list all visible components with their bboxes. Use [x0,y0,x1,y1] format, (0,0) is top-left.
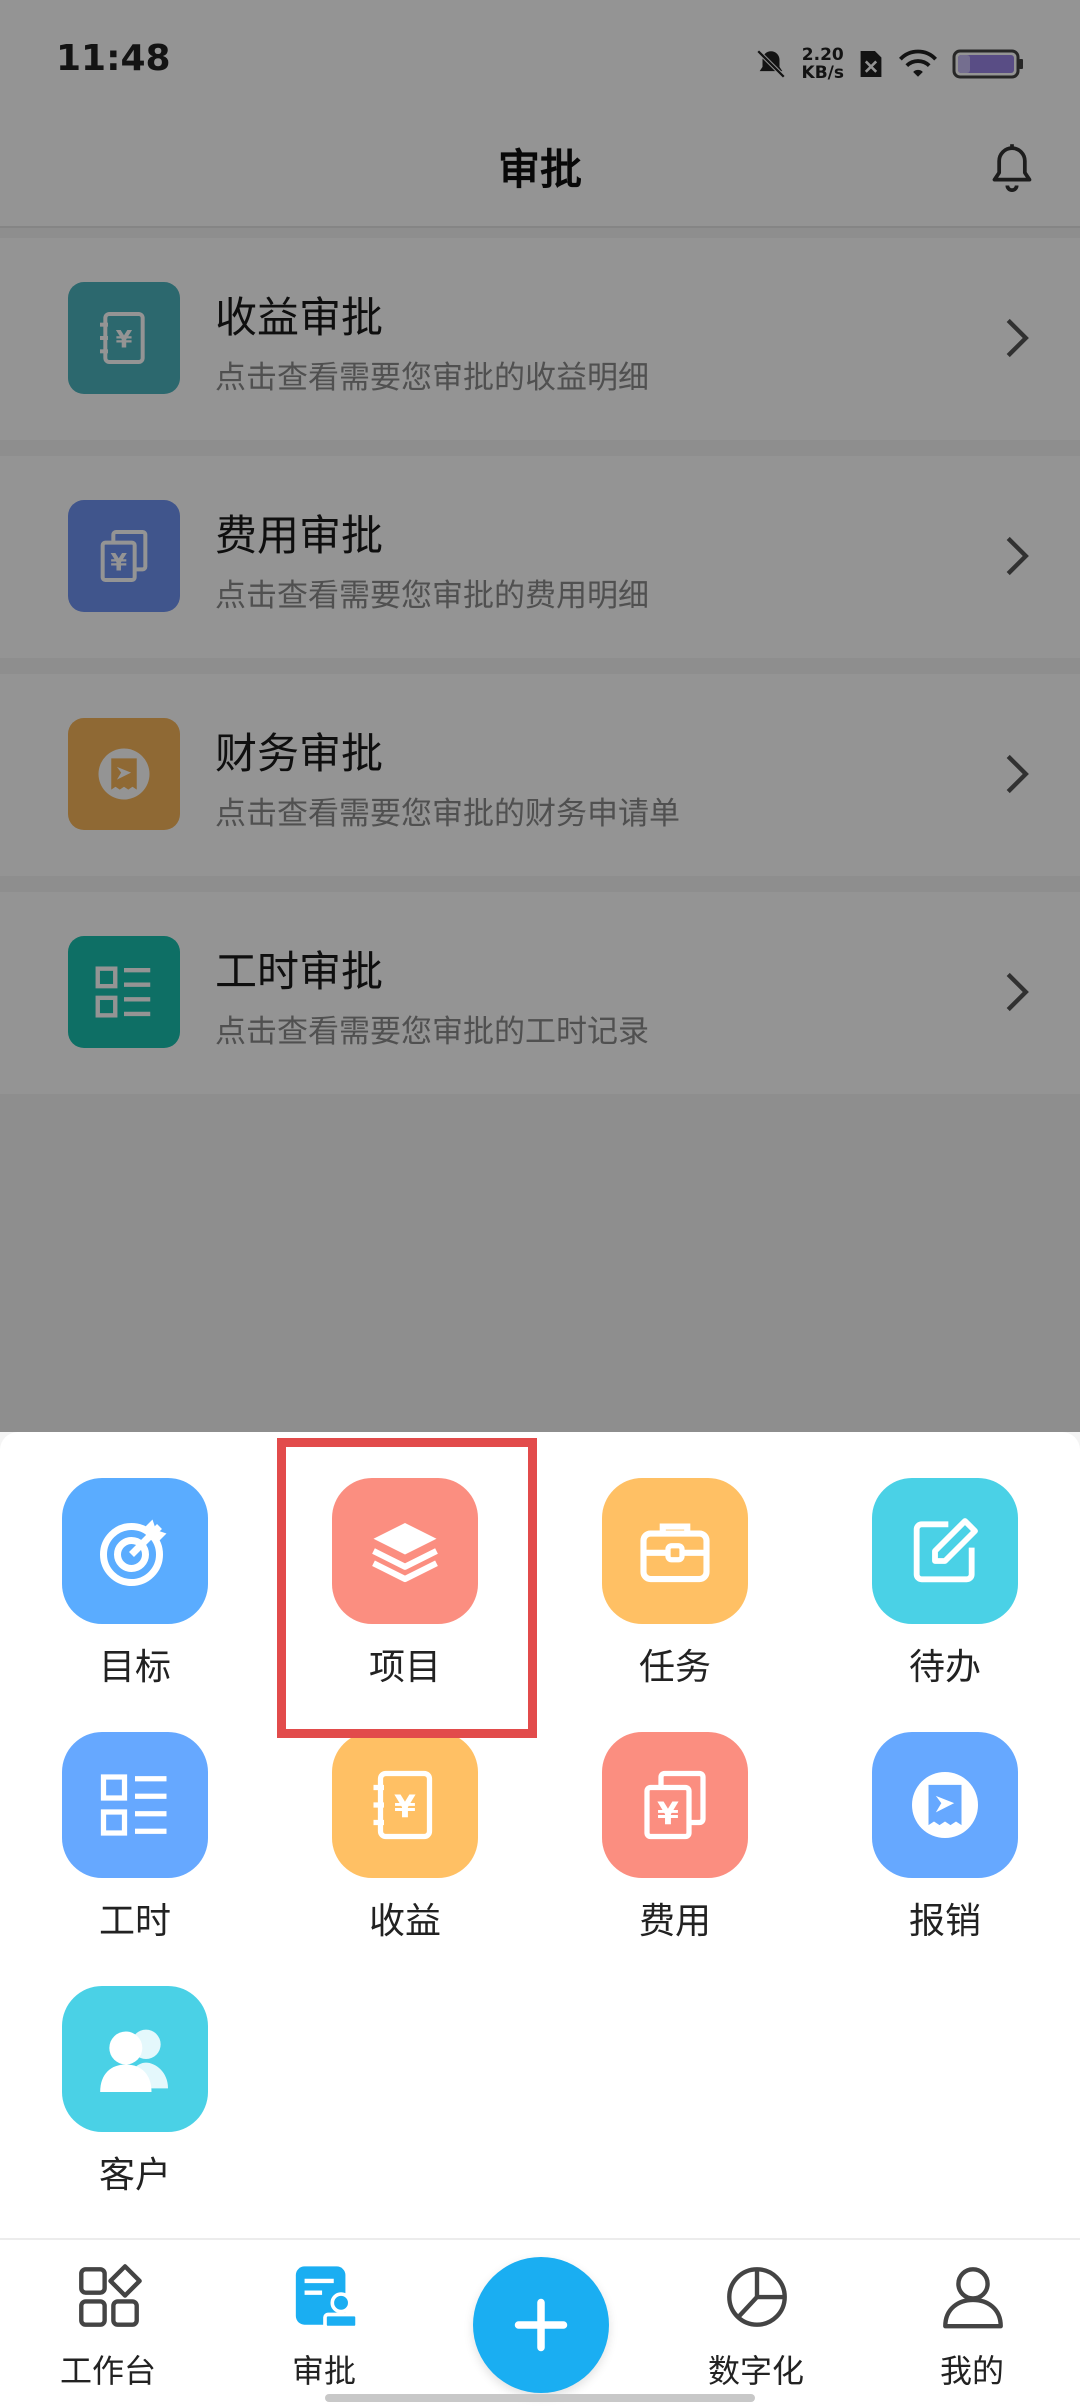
sheet-item-label: 客户 [98,2155,171,2196]
sheet-item-task[interactable]: 任务 [540,1432,810,1688]
sheet-item-label: 工时 [98,1901,171,1942]
pie-icon [727,2267,787,2327]
grid-icon-wrap [62,1478,208,1624]
receipt-icon [912,1772,978,1838]
yuan-ledger-icon: ¥ [373,1770,433,1840]
dim-overlay[interactable] [0,0,1080,1432]
grid-icon-wrap [872,1732,1018,1878]
grid-icon [79,2264,142,2327]
sheet-item-todo[interactable]: 待办 [810,1432,1080,1688]
grid-icon-wrap [602,1478,748,1624]
briefcase-icon [640,1523,710,1583]
tab-label: 审批 [291,2352,356,2390]
quick-create-sheet: 目标 项目 任务 待办 工时 ¥ 收益 ¥ 费用 报销 客户 [0,1432,1080,2238]
grid-icon-wrap [872,1478,1018,1624]
grid-icon-wrap [62,1986,208,2132]
plus-icon [514,2298,568,2352]
target-icon [100,1519,167,1586]
svg-text:¥: ¥ [657,1796,679,1832]
tab-approval[interactable]: 审批 [216,2240,432,2408]
grid-icon-wrap: ¥ [602,1732,748,1878]
list-icon [100,1774,167,1836]
tab-label: 我的 [939,2352,1004,2390]
user-icon [943,2267,1003,2329]
tab-label: 数字化 [707,2352,804,2390]
grid-icon-wrap [62,1732,208,1878]
sheet-item-label: 目标 [98,1647,171,1688]
add-fab-button[interactable] [473,2257,609,2393]
grid-icon-wrap: ¥ [332,1732,478,1878]
sheet-item-label: 待办 [908,1647,981,1688]
sheet-item-reimburse[interactable]: 报销 [810,1686,1080,1942]
tab-digital[interactable]: 数字化 [648,2240,864,2408]
home-indicator[interactable] [325,2394,755,2402]
sheet-item-goal[interactable]: 目标 [0,1432,270,1688]
edit-icon [913,1518,978,1583]
sheet-item-label: 任务 [638,1647,711,1688]
users-icon [100,2029,168,2092]
approval-icon [295,2266,359,2330]
sheet-item-hours[interactable]: 工时 [0,1686,270,1942]
svg-text:¥: ¥ [394,1789,416,1825]
highlight-box [277,1438,537,1738]
sheet-item-label: 报销 [908,1901,981,1942]
yuan-stack-icon: ¥ [644,1770,706,1840]
sheet-item-label: 费用 [638,1901,711,1942]
tab-mine[interactable]: 我的 [864,2240,1080,2408]
sheet-item-label: 收益 [368,1901,441,1942]
sheet-item-customer[interactable]: 客户 [0,1940,270,2196]
tab-label: 工作台 [59,2352,156,2390]
screen: 11:48 2.20 KB/s 审批 ¥ 收益审批 点击查看需要您审批的收益明细… [0,0,1080,2408]
tab-workbench[interactable]: 工作台 [0,2240,216,2408]
sheet-item-expense[interactable]: ¥ 费用 [540,1686,810,1942]
